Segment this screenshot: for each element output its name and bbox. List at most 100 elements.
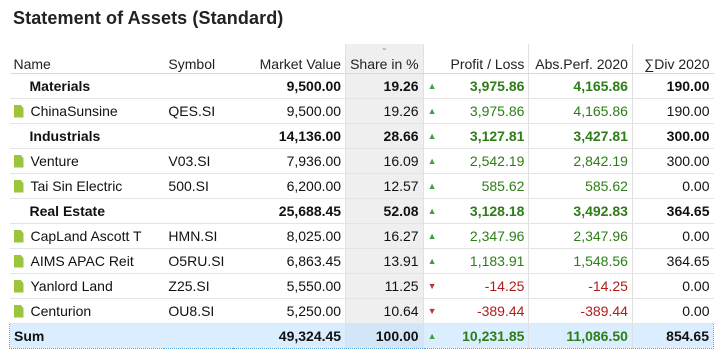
- abs-perf-cell: 4,165.86: [528, 73, 633, 99]
- share-cell: 16.09: [345, 148, 424, 174]
- name-cell: Tai Sin Electric: [9, 173, 165, 199]
- share-cell: 52.08: [345, 198, 424, 224]
- table-row[interactable]: ChinaSunsine QES.SI 9,500.00 19.26 ▲ 3,975.86…: [9, 98, 714, 124]
- table-row[interactable]: Yanlord Land Z25.SI 5,550.00 11.25 ▼ -14.25 -1…: [9, 273, 714, 299]
- group-row[interactable]: Real Estate 25,688.45 52.08 ▲ 3,128.18 3,492.…: [9, 198, 714, 224]
- sum-label: Sum: [14, 328, 45, 344]
- sort-indicator-icon: ⌄: [380, 44, 388, 52]
- document-icon: [13, 104, 24, 118]
- header-row: Name Symbol Market Value ⌄ Share in % Pro…: [9, 44, 714, 74]
- share-cell: 10.64: [345, 298, 424, 324]
- market-value-cell: 9,500.00: [233, 98, 346, 124]
- column-header-profit-loss[interactable]: Profit / Loss: [423, 44, 530, 74]
- document-icon: [13, 304, 24, 318]
- name-cell: Industrials: [9, 123, 165, 149]
- profit-loss-value: 3,128.18: [469, 203, 525, 219]
- share-cell: 13.91: [345, 248, 424, 274]
- column-header-dividend[interactable]: ∑Div 2020: [632, 44, 714, 74]
- profit-loss-wrapper: ▲ 2,542.19: [428, 153, 525, 169]
- name-wrapper: Yanlord Land: [13, 278, 161, 294]
- name-wrapper: ChinaSunsine: [13, 103, 161, 119]
- profit-loss-value: 2,347.96: [469, 228, 525, 244]
- column-header-symbol[interactable]: Symbol: [164, 44, 234, 74]
- abs-perf-cell: 585.62: [528, 173, 633, 199]
- profit-loss-wrapper: ▼ -389.44: [428, 303, 525, 319]
- group-name: Industrials: [29, 128, 101, 144]
- profit-loss-value: 2,542.19: [469, 153, 525, 169]
- column-header-market-value[interactable]: Market Value: [233, 44, 346, 74]
- table-row[interactable]: AIMS APAC Reit O5RU.SI 6,863.45 13.91 ▲ 1,183…: [9, 248, 714, 274]
- table-row[interactable]: Centurion OU8.SI 5,250.00 10.64 ▼ -389.44 -389…: [9, 298, 714, 324]
- asset-name[interactable]: CapLand Ascott T: [31, 228, 142, 244]
- column-header-share[interactable]: ⌄ Share in %: [345, 44, 424, 74]
- sum-row[interactable]: Sum 49,324.45 100.00 ▲ 10,231.85 11,086.50 854…: [9, 323, 714, 349]
- table-row[interactable]: Venture V03.SI 7,936.00 16.09 ▲ 2,542.19 2,842…: [9, 148, 714, 174]
- profit-loss-cell: ▲ 585.62: [423, 173, 530, 199]
- name-wrapper: Tai Sin Electric: [13, 178, 161, 194]
- dividend-cell: 364.65: [632, 198, 714, 224]
- asset-name[interactable]: AIMS APAC Reit: [31, 253, 134, 269]
- group-row[interactable]: Industrials 14,136.00 28.66 ▲ 3,127.81 3,427.…: [9, 123, 714, 149]
- profit-loss-cell: ▼ -14.25: [423, 273, 530, 299]
- profit-loss-cell: ▲ 3,127.81: [423, 123, 530, 149]
- profit-loss-value: 3,975.86: [469, 78, 525, 94]
- name-wrapper: AIMS APAC Reit: [13, 253, 161, 269]
- market-value-cell: 5,550.00: [233, 273, 346, 299]
- triangle-up-icon: ▲: [427, 331, 437, 341]
- profit-loss-cell: ▲ 3,975.86: [423, 73, 530, 99]
- symbol-cell: QES.SI: [164, 98, 234, 124]
- table-row[interactable]: CapLand Ascott T HMN.SI 8,025.00 16.27 ▲ 2,34…: [9, 223, 714, 249]
- market-value-cell: 25,688.45: [233, 198, 346, 224]
- profit-loss-cell: ▼ -389.44: [423, 298, 530, 324]
- group-name: Real Estate: [29, 203, 105, 219]
- profit-loss-value: -389.44: [476, 303, 525, 319]
- symbol-cell: HMN.SI: [164, 223, 234, 249]
- triangle-up-icon: ▲: [427, 256, 437, 266]
- group-name: Materials: [29, 78, 91, 94]
- asset-name[interactable]: Venture: [31, 153, 79, 169]
- profit-loss-value: -14.25: [484, 278, 525, 294]
- symbol-cell: [164, 323, 234, 349]
- share-cell: 11.25: [345, 273, 424, 299]
- column-header-share-label: Share in %: [350, 56, 419, 72]
- triangle-up-icon: ▲: [427, 181, 437, 191]
- symbol-cell: 500.SI: [164, 173, 234, 199]
- market-value-cell: 6,200.00: [233, 173, 346, 199]
- dividend-cell: 0.00: [632, 223, 714, 249]
- asset-name[interactable]: ChinaSunsine: [31, 103, 118, 119]
- share-cell: 16.27: [345, 223, 424, 249]
- market-value-cell: 8,025.00: [233, 223, 346, 249]
- profit-loss-wrapper: ▲ 3,975.86: [428, 78, 525, 94]
- profit-loss-cell: ▲ 3,975.86: [423, 98, 530, 124]
- profit-loss-cell: ▲ 2,347.96: [423, 223, 530, 249]
- dividend-cell: 364.65: [632, 248, 714, 274]
- name-cell: Sum: [9, 323, 165, 349]
- symbol-cell: V03.SI: [164, 148, 234, 174]
- abs-perf-cell: 2,347.96: [528, 223, 633, 249]
- triangle-up-icon: ▲: [427, 206, 437, 216]
- name-wrapper: Venture: [13, 153, 161, 169]
- share-cell: 28.66: [345, 123, 424, 149]
- profit-loss-wrapper: ▲ 585.62: [428, 178, 525, 194]
- abs-perf-cell: -14.25: [528, 273, 633, 299]
- share-cell: 100.00: [345, 323, 424, 349]
- share-cell: 12.57: [345, 173, 424, 199]
- column-header-abs-perf[interactable]: Abs.Perf. 2020: [528, 44, 633, 74]
- abs-perf-cell: 1,548.56: [528, 248, 633, 274]
- dividend-cell: 300.00: [632, 148, 714, 174]
- market-value-cell: 49,324.45: [233, 323, 346, 349]
- triangle-down-icon: ▼: [427, 281, 437, 291]
- triangle-up-icon: ▲: [427, 131, 437, 141]
- triangle-down-icon: ▼: [427, 306, 437, 316]
- profit-loss-wrapper: ▲ 3,127.81: [428, 128, 525, 144]
- asset-name[interactable]: Centurion: [31, 303, 92, 319]
- abs-perf-cell: 11,086.50: [528, 323, 633, 349]
- asset-name[interactable]: Tai Sin Electric: [31, 178, 123, 194]
- symbol-cell: O5RU.SI: [164, 248, 234, 274]
- column-header-name[interactable]: Name: [9, 44, 165, 74]
- table-row[interactable]: Tai Sin Electric 500.SI 6,200.00 12.57 ▲ 585.…: [9, 173, 714, 199]
- group-row[interactable]: Materials 9,500.00 19.26 ▲ 3,975.86 4,165.86 1…: [9, 73, 714, 99]
- asset-name[interactable]: Yanlord Land: [31, 278, 113, 294]
- profit-loss-value: 3,127.81: [469, 128, 525, 144]
- symbol-cell: [164, 73, 234, 99]
